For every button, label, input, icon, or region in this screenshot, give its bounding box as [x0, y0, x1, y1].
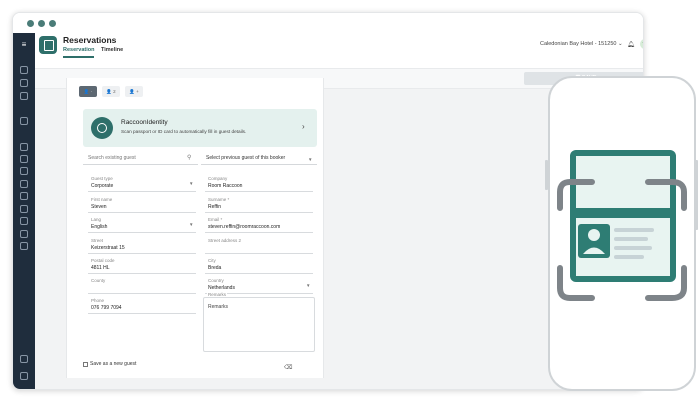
email-field[interactable]: Email * steven.reffin@roomraccoon.com	[205, 216, 313, 233]
county-field[interactable]: County	[88, 277, 196, 294]
company-field[interactable]: Company Room Raccoon	[205, 175, 313, 192]
postal-code-field[interactable]: Postal code 4811 HL	[88, 257, 196, 274]
window-titlebar	[13, 13, 643, 33]
scan-icon	[91, 117, 113, 139]
clock-icon[interactable]	[20, 192, 28, 200]
field-label: Surname *	[208, 197, 230, 202]
raccoon-subtitle: Scan passport or ID card to automaticall…	[121, 129, 247, 134]
field-label: Email *	[208, 217, 223, 222]
chevron-down-icon: ▼	[306, 283, 311, 288]
id-scan-illustration	[557, 150, 687, 301]
active-tab-indicator	[63, 56, 94, 58]
field-value: 076 799 7094	[91, 305, 122, 311]
field-label: First name	[91, 197, 113, 202]
hotel-selector[interactable]: Caledonian Bay Hotel - 151250 ⌄	[540, 41, 623, 47]
wrench-icon[interactable]	[20, 242, 28, 250]
search-icon[interactable]: ⚲	[187, 154, 191, 161]
field-value: Keizerstraat 15	[91, 245, 125, 251]
first-name-field[interactable]: First name Steven	[88, 196, 196, 213]
calendar-app-icon	[39, 36, 57, 54]
field-label: City	[208, 258, 216, 263]
city-field[interactable]: City Breda	[205, 257, 313, 274]
swap-icon[interactable]	[20, 355, 28, 363]
schedule-icon[interactable]	[20, 205, 28, 213]
guests-icon[interactable]	[20, 79, 28, 87]
field-label: Country	[208, 278, 224, 283]
chat-icon[interactable]	[20, 167, 28, 175]
save-as-new-label: Save as a new guest	[90, 361, 137, 367]
street-address-2-field[interactable]: Street address 2	[205, 237, 313, 254]
surname-field[interactable]: Surname * Reffin	[205, 196, 313, 213]
guest-tab-2[interactable]: 👤 2	[102, 86, 120, 97]
field-label: Lang	[91, 217, 102, 222]
tag-icon[interactable]	[20, 92, 28, 100]
field-value: steven.reffin@roomraccoon.com	[208, 224, 281, 230]
menu-icon[interactable]: ≡	[18, 39, 30, 51]
tab-timeline[interactable]: Timeline	[101, 47, 123, 53]
field-value: Corporate	[91, 183, 114, 189]
field-label: Street	[91, 238, 104, 243]
guest-type-select[interactable]: Guest type Corporate ▼	[88, 175, 196, 192]
street-field[interactable]: Street Keizerstraat 15	[88, 237, 196, 254]
raccoon-identity-card[interactable]: RaccoonIdentity Scan passport or ID card…	[83, 109, 317, 147]
previous-guest-select[interactable]: Select previous guest of this booker ▼	[201, 152, 317, 165]
window-dot[interactable]	[27, 20, 34, 27]
eraser-icon[interactable]: ⌫	[284, 364, 292, 371]
phone-side-button	[695, 160, 698, 230]
window-dot[interactable]	[38, 20, 45, 27]
phone-field[interactable]: Phone 076 799 7094	[88, 297, 196, 314]
chevron-right-icon[interactable]: ›	[302, 122, 305, 131]
chevron-down-icon: ▼	[189, 181, 194, 186]
key-icon[interactable]	[20, 117, 28, 125]
report-icon[interactable]	[20, 217, 28, 225]
page-title: Reservations	[63, 35, 117, 45]
tab-reservation[interactable]: Reservation	[63, 47, 95, 53]
box-icon[interactable]	[20, 143, 28, 151]
calendar-icon[interactable]	[20, 66, 28, 74]
window-dot[interactable]	[49, 20, 56, 27]
field-value: 4811 HL	[91, 265, 110, 271]
language-select[interactable]: Lang English ▼	[88, 216, 196, 233]
field-value: Steven	[91, 204, 107, 210]
field-value: Reffin	[208, 204, 221, 210]
document-icon[interactable]	[20, 180, 28, 188]
refresh-icon[interactable]	[20, 230, 28, 238]
chevron-down-icon: ▼	[189, 222, 194, 227]
stage: ≡ Reservations Reservation Timeline Cale…	[0, 0, 700, 403]
phone-side-button	[545, 160, 548, 190]
field-value: Breda	[208, 265, 222, 271]
field-value: Room Raccoon	[208, 183, 243, 189]
save-as-new-checkbox[interactable]	[83, 362, 88, 367]
field-label: Remarks	[207, 292, 228, 297]
phone-illustration	[548, 76, 696, 391]
field-label: Postal code	[91, 258, 115, 263]
field-label: County	[91, 278, 106, 283]
raccoon-title: RaccoonIdentity	[121, 119, 168, 126]
field-value: Netherlands	[208, 285, 235, 291]
field-label: Guest type	[91, 176, 113, 181]
field-value: Remarks	[208, 304, 229, 310]
search-input[interactable]: Search existing guest ⚲	[83, 152, 198, 165]
page-header: Reservations Reservation Timeline Caledo…	[35, 33, 643, 69]
user-icon[interactable]	[20, 155, 28, 163]
chevron-down-icon: ▼	[308, 157, 313, 162]
add-guest-tab[interactable]: 👤 +	[125, 86, 143, 97]
field-value: English	[91, 224, 108, 230]
avatar[interactable]: TL	[640, 39, 643, 49]
guest-tab-1[interactable]: 👤 ·	[79, 86, 97, 97]
bell-icon[interactable]: 🔔︎	[627, 41, 635, 48]
remarks-textarea[interactable]: Remarks Remarks	[203, 292, 315, 352]
help-icon[interactable]	[20, 372, 28, 380]
previous-guest-label: Select previous guest of this booker	[206, 155, 286, 161]
field-label: Street address 2	[208, 238, 242, 243]
search-placeholder: Search existing guest	[88, 155, 136, 161]
field-label: Company	[208, 176, 228, 181]
left-nav-rail: ≡	[13, 33, 35, 389]
field-label: Phone	[91, 298, 105, 303]
